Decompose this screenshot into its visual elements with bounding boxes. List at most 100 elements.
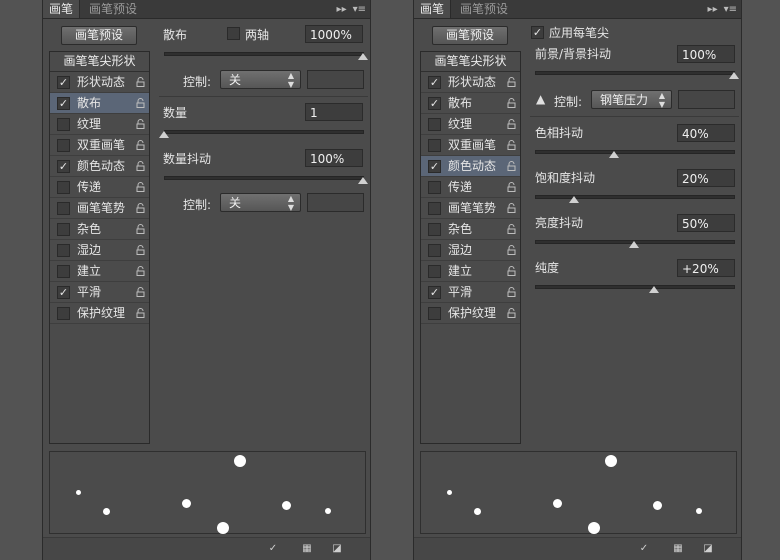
lock-icon[interactable] (136, 203, 145, 213)
option-checkbox[interactable] (428, 181, 441, 194)
lock-icon[interactable] (507, 203, 516, 213)
option-checkbox[interactable] (57, 244, 70, 257)
apply-per-tip-checkbox[interactable]: ✓ (531, 26, 544, 39)
scatter-slider-thumb[interactable] (358, 53, 368, 60)
list-item[interactable]: 杂色 (50, 219, 149, 240)
list-item[interactable]: 双重画笔 (50, 135, 149, 156)
list-item[interactable]: 保护纹理 (50, 303, 149, 324)
option-checkbox[interactable] (57, 139, 70, 152)
list-item[interactable]: 建立 (421, 261, 520, 282)
brush-presets-button[interactable]: 画笔预设 (61, 26, 137, 45)
option-checkbox[interactable] (57, 265, 70, 278)
list-item[interactable]: ✓ 形状动态 (50, 72, 149, 93)
scatter-value-field[interactable]: 1000% (305, 25, 363, 43)
option-checkbox[interactable] (57, 202, 70, 215)
lock-icon[interactable] (507, 224, 516, 234)
list-item[interactable]: 纹理 (421, 114, 520, 135)
both-axes-checkbox[interactable] (227, 27, 240, 40)
option-checkbox[interactable]: ✓ (428, 97, 441, 110)
lock-icon[interactable] (136, 98, 145, 108)
brush-tip-shape-item[interactable]: 画笔笔尖形状 (421, 52, 520, 72)
lock-icon[interactable] (136, 245, 145, 255)
fgbg-jitter-slider-thumb[interactable] (729, 72, 739, 79)
option-checkbox[interactable]: ✓ (57, 97, 70, 110)
count-value-field[interactable]: 1 (305, 103, 363, 121)
option-checkbox[interactable]: ✓ (428, 286, 441, 299)
menu-icon[interactable]: ▾≡ (353, 4, 366, 15)
count-slider-thumb[interactable] (159, 131, 169, 138)
lock-icon[interactable] (507, 287, 516, 297)
option-checkbox[interactable]: ✓ (428, 76, 441, 89)
list-item[interactable]: 传递 (50, 177, 149, 198)
menu-icon[interactable]: ▾≡ (724, 4, 737, 15)
option-checkbox[interactable]: ✓ (57, 286, 70, 299)
purity-value-field[interactable]: +20% (677, 259, 735, 277)
list-item[interactable]: 纹理 (50, 114, 149, 135)
option-checkbox[interactable] (57, 118, 70, 131)
lock-icon[interactable] (507, 308, 516, 318)
list-item[interactable]: ✓ 形状动态 (421, 72, 520, 93)
collapse-icon[interactable]: ▸▸ (708, 4, 718, 15)
option-checkbox[interactable]: ✓ (57, 76, 70, 89)
list-item[interactable]: 画笔笔势 (50, 198, 149, 219)
option-checkbox[interactable] (57, 181, 70, 194)
count-slider[interactable] (164, 130, 364, 134)
list-item[interactable]: 杂色 (421, 219, 520, 240)
purity-slider[interactable] (535, 285, 735, 289)
scatter-slider[interactable] (164, 52, 364, 56)
hue-jitter-slider-thumb[interactable] (609, 151, 619, 158)
lock-icon[interactable] (507, 182, 516, 192)
list-item[interactable]: ✓ 平滑 (50, 282, 149, 303)
lock-icon[interactable] (136, 77, 145, 87)
toggle-bristle-preview-icon[interactable]: ✓ (267, 543, 279, 554)
option-checkbox[interactable] (428, 139, 441, 152)
create-new-brush-icon[interactable]: ◪ (331, 543, 343, 554)
list-item[interactable]: 湿边 (421, 240, 520, 261)
list-item[interactable]: 传递 (421, 177, 520, 198)
brush-tip-shape-item[interactable]: 画笔笔尖形状 (50, 52, 149, 72)
saturation-jitter-slider[interactable] (535, 195, 735, 199)
lock-icon[interactable] (507, 140, 516, 150)
collapse-icon[interactable]: ▸▸ (337, 4, 347, 15)
option-checkbox[interactable] (57, 307, 70, 320)
list-item[interactable]: ✓ 散布 (50, 93, 149, 114)
option-checkbox[interactable] (428, 202, 441, 215)
hue-jitter-value-field[interactable]: 40% (677, 124, 735, 142)
option-checkbox[interactable] (57, 223, 70, 236)
tab-brush-presets[interactable]: 画笔预设 (83, 0, 143, 18)
lock-icon[interactable] (507, 266, 516, 276)
lock-icon[interactable] (136, 161, 145, 171)
list-item[interactable]: 画笔笔势 (421, 198, 520, 219)
option-checkbox[interactable]: ✓ (428, 160, 441, 173)
control-select-1[interactable]: 关 ▲ ▼ (220, 70, 301, 89)
hue-jitter-slider[interactable] (535, 150, 735, 154)
list-item[interactable]: ✓ 颜色动态 (50, 156, 149, 177)
list-item[interactable]: 保护纹理 (421, 303, 520, 324)
lock-icon[interactable] (136, 266, 145, 276)
create-new-brush-icon[interactable]: ◪ (702, 543, 714, 554)
list-item[interactable]: ✓ 颜色动态 (421, 156, 520, 177)
lock-icon[interactable] (136, 119, 145, 129)
lock-icon[interactable] (507, 245, 516, 255)
count-jitter-value-field[interactable]: 100% (305, 149, 363, 167)
tab-brush-presets[interactable]: 画笔预设 (454, 0, 514, 18)
lock-icon[interactable] (136, 287, 145, 297)
list-item[interactable]: ✓ 平滑 (421, 282, 520, 303)
list-item[interactable]: 双重画笔 (421, 135, 520, 156)
lock-icon[interactable] (136, 140, 145, 150)
list-item[interactable]: 湿边 (50, 240, 149, 261)
option-checkbox[interactable] (428, 265, 441, 278)
option-checkbox[interactable]: ✓ (57, 160, 70, 173)
option-checkbox[interactable] (428, 307, 441, 320)
lock-icon[interactable] (507, 161, 516, 171)
lock-icon[interactable] (136, 182, 145, 192)
lock-icon[interactable] (507, 77, 516, 87)
brightness-jitter-value-field[interactable]: 50% (677, 214, 735, 232)
saturation-jitter-value-field[interactable]: 20% (677, 169, 735, 187)
count-jitter-slider[interactable] (164, 176, 364, 180)
brush-presets-button[interactable]: 画笔预设 (432, 26, 508, 45)
lock-icon[interactable] (136, 308, 145, 318)
lock-icon[interactable] (507, 119, 516, 129)
option-checkbox[interactable] (428, 223, 441, 236)
lock-icon[interactable] (136, 224, 145, 234)
